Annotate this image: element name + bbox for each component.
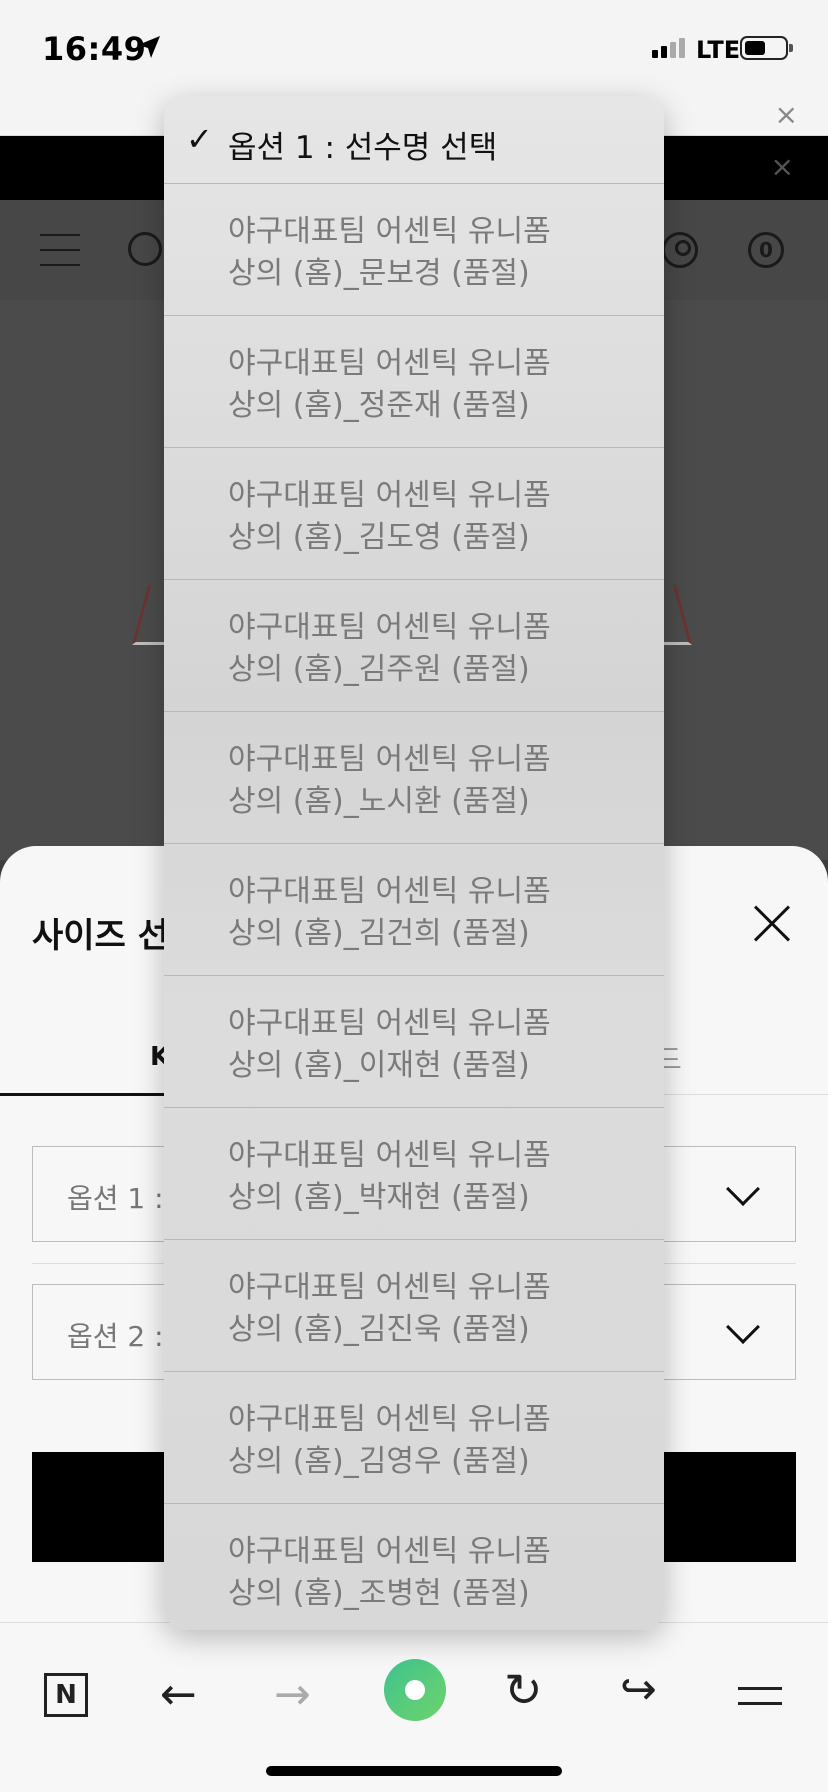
sheet-close-icon[interactable] xyxy=(752,904,792,944)
picker-selected-label: 옵션 1 : 선수명 선택 xyxy=(228,130,498,166)
picker-option-line2: 상의 (홈)_김건희 (품절) xyxy=(228,916,530,951)
picker-option-line2: 상의 (홈)_김영우 (품절) xyxy=(228,1444,530,1479)
picker-option-line1: 야구대표팀 어센틱 유니폼 xyxy=(228,1006,551,1041)
picker-option-line1: 야구대표팀 어센틱 유니폼 xyxy=(228,1138,551,1173)
option2-label: 옵션 2 : xyxy=(67,1320,164,1353)
picker-option-line2: 상의 (홈)_노시환 (품절) xyxy=(228,784,530,819)
picker-option-line2: 상의 (홈)_김진욱 (품절) xyxy=(228,1312,530,1347)
banner-close-icon[interactable]: × xyxy=(775,98,798,131)
reload-icon[interactable]: ↻ xyxy=(504,1665,543,1715)
network-type: LTE xyxy=(696,36,741,64)
option1-label: 옵션 1 : xyxy=(67,1182,164,1215)
picker-option-line1: 야구대표팀 어센틱 유니폼 xyxy=(228,1270,551,1305)
picker-option[interactable]: 야구대표팀 어센틱 유니폼상의 (홈)_노시환 (품절) xyxy=(164,712,664,844)
picker-selected-option[interactable]: ✓ 옵션 1 : 선수명 선택 xyxy=(164,96,664,184)
picker-option-line1: 야구대표팀 어센틱 유니폼 xyxy=(228,742,551,777)
option-picker: ✓ 옵션 1 : 선수명 선택 야구대표팀 어센틱 유니폼상의 (홈)_문보경 … xyxy=(164,96,664,1630)
picker-option-line1: 야구대표팀 어센틱 유니폼 xyxy=(228,610,551,645)
picker-option-line1: 야구대표팀 어센틱 유니폼 xyxy=(228,478,551,513)
picker-option[interactable]: 야구대표팀 어센틱 유니폼상의 (홈)_김건희 (품절) xyxy=(164,844,664,976)
picker-option[interactable]: 야구대표팀 어센틱 유니폼상의 (홈)_김진욱 (품절) xyxy=(164,1240,664,1372)
cart-icon[interactable]: 0 xyxy=(748,232,784,268)
forward-arrow-icon[interactable]: → xyxy=(274,1673,311,1717)
promo-close-icon[interactable]: × xyxy=(771,150,794,183)
picker-option[interactable]: 야구대표팀 어센틱 유니폼상의 (홈)_박재현 (품절) xyxy=(164,1108,664,1240)
picker-option-line1: 야구대표팀 어센틱 유니폼 xyxy=(228,874,551,909)
picker-option-list: 야구대표팀 어센틱 유니폼 상의 (홈)_문보경 (품절) 야구대표팀 어센틱 유니… xyxy=(164,184,664,1630)
search-icon[interactable] xyxy=(128,232,162,266)
naver-home-icon[interactable]: N xyxy=(44,1673,88,1717)
green-dot-icon[interactable] xyxy=(384,1659,446,1721)
picker-option[interactable]: 야구대표팀 어센틱 유니폼상의 (홈)_김영우 (품절) xyxy=(164,1372,664,1504)
hamburger-menu-icon[interactable] xyxy=(40,234,80,268)
account-icon[interactable] xyxy=(662,232,698,268)
picker-option-line1: 야구대표팀 어센틱 유니폼 xyxy=(228,346,551,381)
picker-option-line1: 야구대표팀 어센틱 유니폼 xyxy=(228,1402,551,1437)
picker-option[interactable]: 야구대표팀 어센틱 유니폼상의 (홈)_김도영 (품절) xyxy=(164,448,664,580)
picker-option[interactable]: 야구대표팀 어센틱 유니폼상의 (홈)_문보경 (품절) xyxy=(164,184,664,316)
picker-option-line2: 상의 (홈)_박재현 (품절) xyxy=(228,1180,530,1215)
picker-option-line2: 상의 (홈)_정준재 (품절) xyxy=(228,388,530,423)
picker-option-line2: 상의 (홈)_조병현 (품절) xyxy=(228,1576,530,1611)
picker-option-line2: 상의 (홈)_이재현 (품절) xyxy=(228,1048,530,1083)
picker-option-line2: 상의 (홈)_김도영 (품절) xyxy=(228,520,530,555)
status-time: 16:49 xyxy=(42,30,147,68)
signal-icon xyxy=(652,38,688,58)
picker-option-line2: 상의 (홈)_문보경 (품절) xyxy=(228,256,530,291)
status-bar: 16:49 LTE xyxy=(0,0,828,96)
picker-option-line1: 야구대표팀 어센틱 유니폼 xyxy=(228,214,551,249)
chevron-down-icon xyxy=(726,1172,760,1206)
home-indicator xyxy=(266,1766,562,1776)
picker-option-line2: 상의 (홈)_김주원 (품절) xyxy=(228,652,530,687)
location-arrow-icon xyxy=(138,36,160,58)
checkmark-icon: ✓ xyxy=(186,120,213,158)
back-arrow-icon[interactable]: ← xyxy=(160,1673,197,1717)
tab-active-indicator xyxy=(0,1093,170,1096)
picker-option[interactable]: 야구대표팀 어센틱 유니폼상의 (홈)_김주원 (품절) xyxy=(164,580,664,712)
sheet-title: 사이즈 선 xyxy=(32,916,169,956)
share-icon[interactable]: ↪ xyxy=(620,1667,657,1713)
battery-icon xyxy=(740,36,793,60)
picker-option-line1: 야구대표팀 어센틱 유니폼 xyxy=(228,1534,551,1569)
chevron-down-icon xyxy=(726,1310,760,1344)
menu-icon[interactable] xyxy=(738,1687,782,1717)
picker-option[interactable]: 야구대표팀 어센틱 유니폼상의 (홈)_조병현 (품절) xyxy=(164,1504,664,1630)
picker-option[interactable]: 야구대표팀 어센틱 유니폼상의 (홈)_정준재 (품절) xyxy=(164,316,664,448)
picker-option[interactable]: 야구대표팀 어센틱 유니폼상의 (홈)_이재현 (품절) xyxy=(164,976,664,1108)
